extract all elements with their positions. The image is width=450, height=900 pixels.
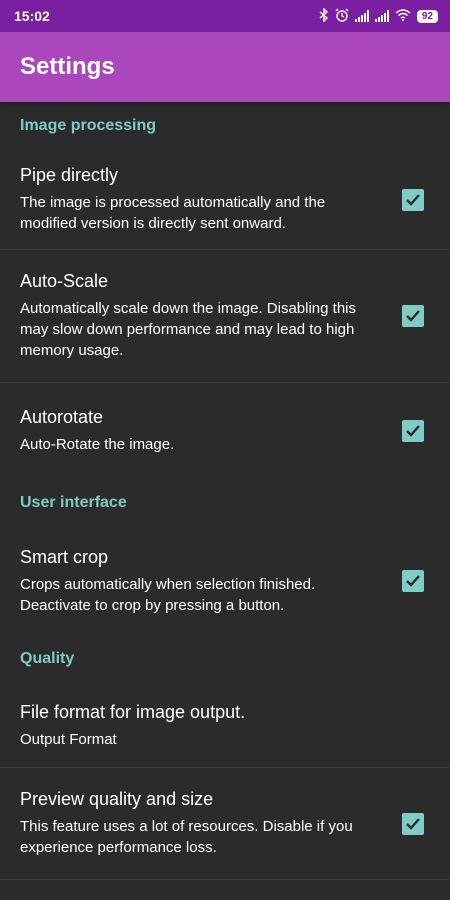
- pref-text: Auto-Scale Automatically scale down the …: [20, 271, 402, 361]
- pref-title: Autorotate: [20, 406, 104, 427]
- status-bar: 15:02 92: [0, 0, 450, 32]
- pref-summary: Automatically scale down the image. Disa…: [20, 300, 356, 359]
- pref-title: Smart crop: [20, 546, 109, 567]
- pref-summary: The image is processed automatically and…: [20, 194, 326, 232]
- pref-title: Pipe directly: [20, 165, 119, 185]
- app-bar: Settings: [0, 32, 450, 102]
- signal-icon: [354, 10, 369, 22]
- status-time: 15:02: [14, 8, 50, 24]
- pref-pipe-directly[interactable]: Pipe directly The image is processed aut…: [0, 150, 450, 250]
- check-icon: [406, 575, 420, 587]
- pref-summary: Crops automatically when selection finis…: [20, 575, 316, 614]
- pref-text: Autorotate Auto-Rotate the image.: [20, 407, 402, 455]
- check-icon: [406, 193, 420, 206]
- pipe-directly-checkbox[interactable]: [402, 188, 424, 211]
- pref-summary: Auto-Rotate the image.: [20, 435, 175, 453]
- pref-text: Pipe directly The image is processed aut…: [20, 165, 402, 234]
- battery-icon: 92: [416, 9, 438, 23]
- page-title: Settings: [20, 53, 115, 80]
- pref-title: Preview quality and size: [20, 789, 214, 809]
- pref-preview-quality[interactable]: Preview quality and size This feature us…: [0, 768, 450, 880]
- preview-quality-checkbox[interactable]: [402, 812, 424, 835]
- pref-autorotate[interactable]: Autorotate Auto-Rotate the image.: [0, 383, 450, 478]
- pref-smart-crop[interactable]: Smart crop Crops automatically when sele…: [0, 528, 450, 634]
- pref-text: Smart crop Crops automatically when sele…: [20, 547, 402, 616]
- check-icon: [406, 424, 420, 437]
- pref-auto-scale[interactable]: Auto-Scale Automatically scale down the …: [0, 250, 450, 383]
- pref-file-format[interactable]: File format for image output. Output For…: [0, 684, 450, 768]
- pref-title: File format for image output.: [20, 701, 246, 722]
- section-header-quality: Quality: [20, 650, 75, 667]
- pref-text: File format for image output. Output For…: [20, 702, 424, 750]
- section-header-image-processing: Image processing: [20, 117, 157, 134]
- alarm-icon: [335, 8, 349, 24]
- check-icon: [406, 817, 420, 830]
- signal-icon: [374, 10, 389, 22]
- bluetooth-icon: [319, 7, 329, 24]
- status-icons: 92: [319, 7, 438, 24]
- smart-crop-checkbox[interactable]: [402, 570, 424, 592]
- pref-title: Auto-Scale: [20, 271, 109, 291]
- auto-scale-checkbox[interactable]: [402, 305, 424, 327]
- pref-summary: This feature uses a lot of resources. Di…: [20, 818, 353, 856]
- pref-text: Preview quality and size This feature us…: [20, 789, 402, 858]
- pref-summary: Output Format: [20, 730, 117, 748]
- section-header-user-interface: User interface: [20, 494, 127, 511]
- wifi-icon: [395, 9, 411, 23]
- autorotate-checkbox[interactable]: [402, 419, 424, 442]
- check-icon: [406, 310, 420, 322]
